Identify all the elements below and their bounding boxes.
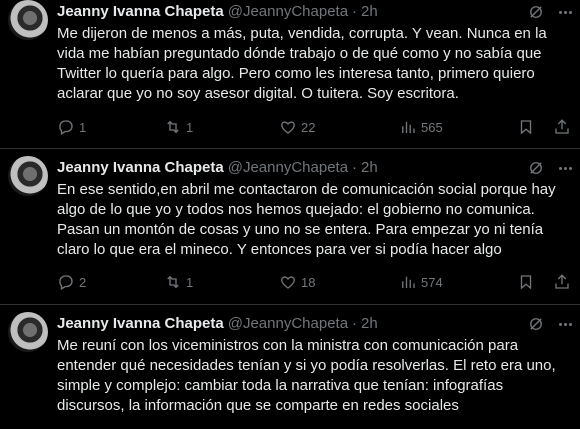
timestamp[interactable]: 2h — [361, 315, 378, 333]
share-button[interactable] — [553, 273, 571, 291]
tweet-header: Jeanny Ivanna Chapeta @JeannyChapeta · 2… — [57, 0, 580, 21]
tweet-text: Me reuní con los viceministros con la mi… — [57, 337, 556, 414]
views-button[interactable]: 574 — [399, 273, 517, 291]
bookmark-button[interactable] — [517, 118, 535, 136]
grok-icon[interactable] — [527, 159, 545, 177]
bookmark-icon — [520, 275, 532, 290]
author-handle[interactable]: @JeannyChapeta — [228, 3, 348, 21]
grok-icon[interactable] — [527, 3, 545, 21]
tweet-header: Jeanny Ivanna Chapeta @JeannyChapeta · 2… — [57, 305, 580, 333]
reply-button[interactable]: 2 — [57, 273, 164, 291]
reply-count: 2 — [79, 274, 87, 290]
bookmark-button[interactable] — [517, 273, 535, 291]
avatar[interactable] — [8, 0, 48, 40]
views-icon — [402, 121, 415, 133]
more-icon[interactable] — [559, 322, 572, 326]
retweet-button[interactable]: 1 — [164, 118, 279, 136]
tweet[interactable]: Jeanny Ivanna Chapeta @JeannyChapeta · 2… — [0, 149, 580, 305]
more-icon[interactable] — [559, 10, 572, 14]
tweet-header: Jeanny Ivanna Chapeta @JeannyChapeta · 2… — [57, 149, 580, 177]
avatar[interactable] — [8, 156, 48, 196]
author-name[interactable]: Jeanny Ivanna Chapeta — [57, 3, 224, 21]
author-handle[interactable]: @JeannyChapeta — [228, 315, 348, 333]
like-icon — [281, 276, 295, 289]
views-button[interactable]: 565 — [399, 118, 517, 136]
like-icon — [281, 121, 295, 134]
timestamp[interactable]: 2h — [361, 159, 378, 177]
author-handle[interactable]: @JeannyChapeta — [228, 159, 348, 177]
like-button[interactable]: 22 — [279, 118, 399, 136]
separator: · — [352, 3, 358, 20]
like-count: 18 — [301, 274, 316, 290]
reply-count: 1 — [79, 119, 87, 135]
retweet-icon — [167, 275, 179, 289]
tweet-text: En ese sentido,en abril me contactaron d… — [57, 181, 556, 258]
share-icon — [555, 274, 569, 289]
views-count: 574 — [421, 274, 443, 290]
reply-button[interactable]: 1 — [57, 118, 164, 136]
tweet[interactable]: Jeanny Ivanna Chapeta @JeannyChapeta · 2… — [0, 0, 580, 149]
reply-icon — [59, 120, 73, 135]
tweet-actions: 2 1 18 574 — [57, 272, 572, 292]
more-icon[interactable] — [559, 166, 572, 170]
share-icon — [555, 119, 569, 134]
timestamp[interactable]: 2h — [361, 3, 378, 21]
tweet[interactable]: Jeanny Ivanna Chapeta @JeannyChapeta · 2… — [0, 305, 580, 429]
views-count: 565 — [421, 119, 443, 135]
author-name[interactable]: Jeanny Ivanna Chapeta — [57, 159, 224, 177]
like-button[interactable]: 18 — [279, 273, 399, 291]
separator: · — [352, 159, 358, 176]
author-name[interactable]: Jeanny Ivanna Chapeta — [57, 315, 224, 333]
retweet-count: 1 — [186, 274, 194, 290]
bookmark-icon — [520, 120, 532, 135]
retweet-icon — [167, 120, 179, 134]
avatar[interactable] — [8, 312, 48, 352]
separator: · — [352, 315, 358, 332]
grok-icon[interactable] — [527, 315, 545, 333]
share-button[interactable] — [553, 118, 571, 136]
views-icon — [402, 276, 415, 288]
retweet-count: 1 — [186, 119, 194, 135]
reply-icon — [59, 275, 73, 290]
retweet-button[interactable]: 1 — [164, 273, 279, 291]
like-count: 22 — [301, 119, 316, 135]
tweet-text: Me dijeron de menos a más, puta, vendida… — [57, 25, 547, 102]
tweet-actions: 1 1 22 565 — [57, 117, 572, 137]
